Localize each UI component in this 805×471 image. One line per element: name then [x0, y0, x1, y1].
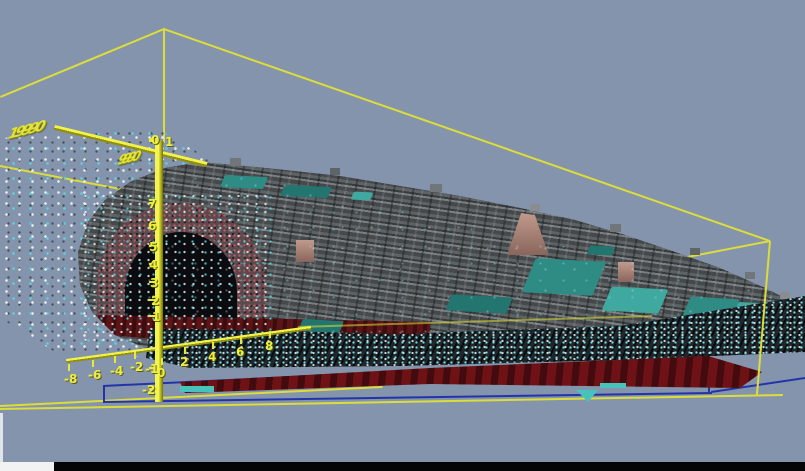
v-tick-label: 3	[150, 277, 158, 289]
x-tick-mark	[212, 342, 214, 349]
slab-outline-left	[103, 386, 105, 402]
teal-patch	[351, 191, 374, 200]
x-tick-label: 4	[208, 351, 216, 363]
bottom-bar-white-segment	[0, 462, 54, 471]
voxel-nub	[610, 224, 621, 232]
cyan-sliver	[180, 386, 214, 392]
bottom-status-bar	[54, 462, 805, 471]
x-tick-label: -2	[130, 361, 143, 373]
box-edge-vertical-top	[163, 29, 165, 143]
v-tick-label: 4	[149, 259, 157, 271]
v-tick-label: 0	[151, 134, 159, 146]
left-edge-sliver	[0, 413, 3, 462]
x-tick-mark	[269, 331, 271, 338]
voxel-nub	[230, 158, 241, 166]
x-tick-label: -8	[64, 373, 77, 385]
voxel-nub	[690, 248, 700, 255]
v-tick-label: 5	[149, 241, 157, 253]
x-tick-label: 8	[265, 340, 273, 352]
voxel-nub	[430, 184, 442, 192]
v-tick-label: 1	[152, 311, 160, 323]
x-tick-mark	[184, 347, 186, 354]
x-tick-label: 6	[236, 346, 244, 358]
box-edge-top-left	[0, 28, 165, 98]
3d-viewport[interactable]: 19990 9990 017654321-1-2 -8-6-4-202468	[0, 0, 805, 471]
v-tick-label: 1	[165, 136, 173, 148]
x-tick-mark	[240, 337, 242, 344]
x-tick-mark	[161, 358, 163, 365]
voxel-nub	[530, 204, 540, 211]
x-tick-mark	[134, 352, 136, 359]
v-tick-label: -2	[142, 384, 155, 396]
x-tick-label: 2	[180, 356, 188, 368]
x-tick-label: 0	[157, 367, 165, 379]
cyan-sliver	[576, 390, 598, 402]
x-tick-label: -6	[88, 369, 101, 381]
v-tick-label: 7	[148, 198, 156, 210]
v-tick-label: 6	[148, 220, 156, 232]
x-tick-mark	[68, 364, 70, 371]
voxel-nub	[330, 168, 340, 175]
x-tick-mark	[92, 360, 94, 367]
cyan-sliver	[600, 383, 626, 388]
x-tick-label: -4	[110, 365, 123, 377]
v-tick-label: 2	[151, 295, 159, 307]
x-tick-mark	[114, 356, 116, 363]
voxel-nub	[745, 272, 755, 279]
